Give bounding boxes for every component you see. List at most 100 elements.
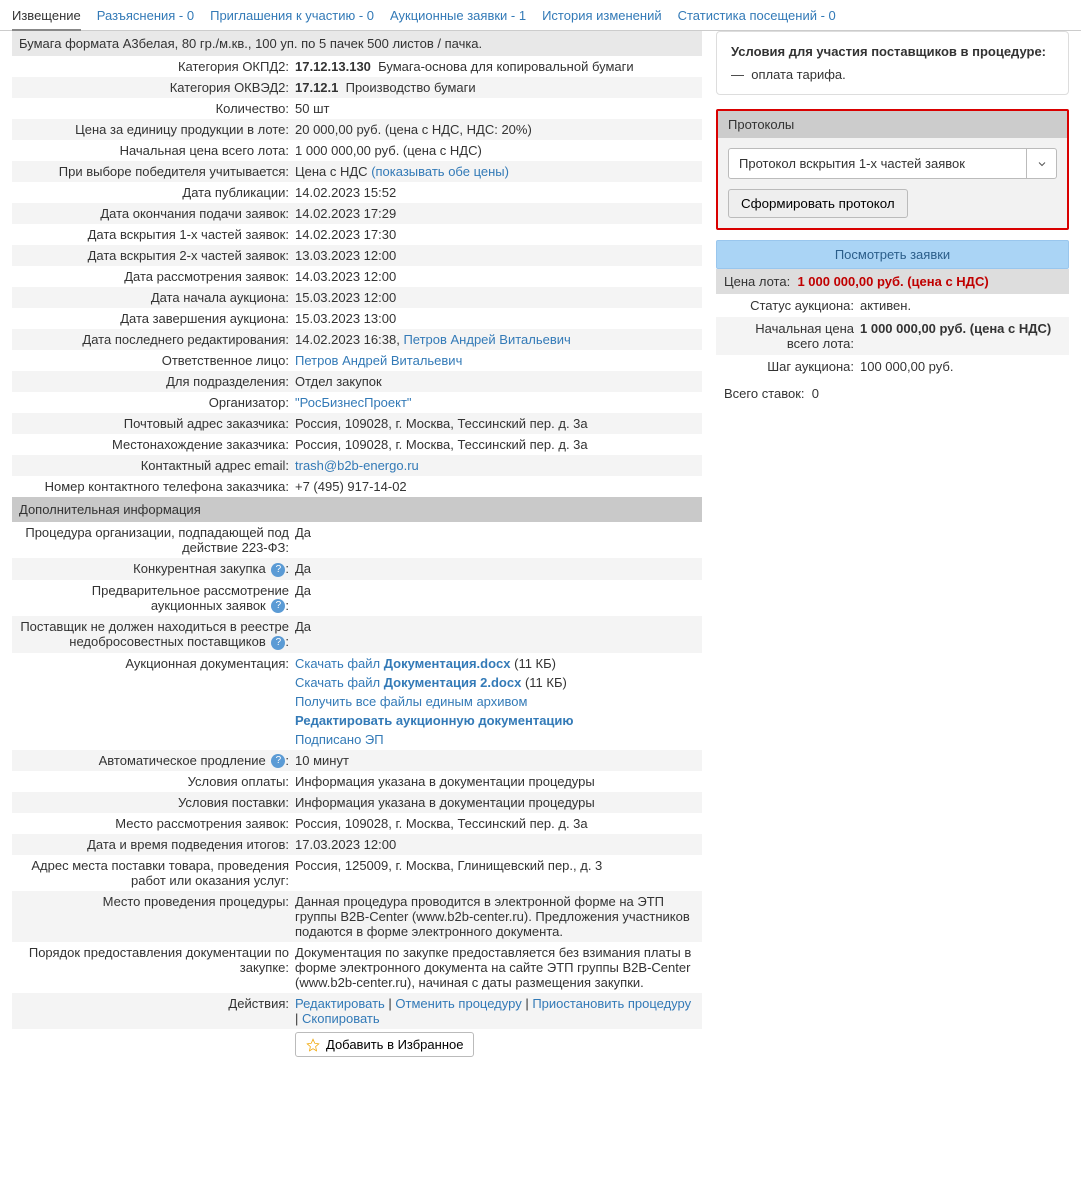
field-label: Дата окончания подачи заявок: [19,206,295,221]
field-value: trash@b2b-energo.ru [295,458,695,473]
field-label: Порядок предоставления документации по з… [19,945,295,975]
field-label: Почтовый адрес заказчика: [19,416,295,431]
add-to-favorites-button[interactable]: Добавить в Избранное [295,1032,474,1057]
show-both-prices-link[interactable]: (показывать обе цены) [371,164,509,179]
field-label: Дата вскрытия 1-х частей заявок: [19,227,295,242]
field-value: Да [295,525,695,540]
field-value: 50 шт [295,101,695,116]
edit-auction-docs-link[interactable]: Редактировать аукционную документацию [295,713,574,728]
help-icon[interactable]: ? [271,599,285,613]
tabs-bar: Извещение Разъяснения - 0 Приглашения к … [0,0,1081,31]
field-label: Место рассмотрения заявок: [19,816,295,831]
conditions-title: Условия для участия поставщиков в процед… [731,44,1054,59]
field-value: 17.03.2023 12:00 [295,837,695,852]
field-value: Да [295,619,695,634]
field-label: Для подразделения: [19,374,295,389]
generate-protocol-button[interactable]: Сформировать протокол [728,189,908,218]
tab-notice[interactable]: Извещение [12,4,81,31]
field-value: 10 минут [295,753,695,768]
conditions-panel: Условия для участия поставщиков в процед… [716,31,1069,95]
field-value: Петров Андрей Витальевич [295,353,695,368]
protocols-header: Протоколы [718,111,1067,138]
field-label: Дата завершения аукциона: [19,311,295,326]
action-edit-link[interactable]: Редактировать [295,996,385,1011]
field-value: 14.02.2023 17:30 [295,227,695,242]
field-value: 14.02.2023 15:52 [295,185,695,200]
field-label: Дата рассмотрения заявок: [19,269,295,284]
field-value: Документация по закупке предоставляется … [295,945,695,990]
field-label: Начальная цена всего лота: [19,143,295,158]
protocol-type-select[interactable]: Протокол вскрытия 1-х частей заявок [728,148,1057,179]
extra-fields-table: Процедура организации, подпадающей под д… [12,522,702,1060]
field-label: Дата публикации: [19,185,295,200]
conditions-item: — оплата тарифа. [731,67,1054,82]
field-value: Россия, 125009, г. Москва, Глинищевский … [295,858,695,873]
field-value: 17.12.13.130 Бумага-основа для копировал… [295,59,695,74]
side-value: активен. [860,298,1061,313]
field-label: Процедура организации, подпадающей под д… [19,525,295,555]
tab-visits[interactable]: Статистика посещений - 0 [678,4,836,30]
field-value: 17.12.1 Производство бумаги [295,80,695,95]
download-file-link[interactable]: Скачать файл Документация.docx [295,656,511,671]
star-icon [306,1038,320,1052]
help-icon[interactable]: ? [271,636,285,650]
field-label: Предварительное рассмотрение аукционных … [19,583,295,614]
download-file-link[interactable]: Скачать файл Документация 2.docx [295,675,521,690]
help-icon[interactable]: ? [271,754,285,768]
tab-clarifications[interactable]: Разъяснения - 0 [97,4,194,30]
total-bids-row: Всего ставок: 0 [716,378,1069,409]
contact-email-link[interactable]: trash@b2b-energo.ru [295,458,419,473]
field-label: Контактный адрес email: [19,458,295,473]
field-label: Место проведения процедуры: [19,894,295,909]
extra-info-header: Дополнительная информация [12,497,702,522]
field-value: 14.02.2023 17:29 [295,206,695,221]
field-label: Категория ОКВЭД2: [19,80,295,95]
editor-person-link[interactable]: Петров Андрей Витальевич [403,332,570,347]
field-label: Дата последнего редактирования: [19,332,295,347]
view-bids-button[interactable]: Посмотреть заявки [716,240,1069,269]
field-value: 15.03.2023 12:00 [295,290,695,305]
chevron-down-icon [1026,149,1056,178]
field-label: Местонахождение заказчика: [19,437,295,452]
side-value: 100 000,00 руб. [860,359,1061,374]
add-to-favorites-label: Добавить в Избранное [326,1037,463,1052]
organizer-link[interactable]: "РосБизнесПроект" [295,395,412,410]
fields-table: Категория ОКПД2:17.12.13.130 Бумага-осно… [12,56,702,497]
side-label: Шаг аукциона: [724,359,860,374]
field-label: Адрес места поставки товара, проведения … [19,858,295,888]
field-label: Условия оплаты: [19,774,295,789]
field-label: Автоматическое продление ?: [19,753,295,769]
action-pause-link[interactable]: Приостановить процедуру [532,996,691,1011]
field-label: При выборе победителя учитывается: [19,164,295,179]
lot-price-bar: Цена лота: 1 000 000,00 руб. (цена с НДС… [716,269,1069,294]
action-copy-link[interactable]: Скопировать [302,1011,380,1026]
field-label: Номер контактного телефона заказчика: [19,479,295,494]
field-label: Аукционная документация: [19,656,295,671]
field-label: Условия поставки: [19,795,295,810]
field-label: Категория ОКПД2: [19,59,295,74]
tab-invitations[interactable]: Приглашения к участию - 0 [210,4,374,30]
field-value: Отдел закупок [295,374,695,389]
signed-ep-link[interactable]: Подписано ЭП [295,732,384,747]
field-value: Информация указана в документации процед… [295,795,695,810]
field-value: 13.03.2023 12:00 [295,248,695,263]
field-value: Да [295,561,695,576]
help-icon[interactable]: ? [271,563,285,577]
field-value: 14.03.2023 12:00 [295,269,695,284]
field-value: Скачать файл Документация.docx (11 КБ) С… [295,656,695,747]
field-value: Информация указана в документации процед… [295,774,695,789]
side-label: Статус аукциона: [724,298,860,313]
main-column: Бумага формата А3белая, 80 гр./м.кв., 10… [12,31,702,1060]
download-all-archive-link[interactable]: Получить все файлы единым архивом [295,694,527,709]
responsible-person-link[interactable]: Петров Андрей Витальевич [295,353,462,368]
tab-auction-bids[interactable]: Аукционные заявки - 1 [390,4,526,30]
field-value: Цена с НДС (показывать обе цены) [295,164,695,179]
field-value: +7 (495) 917-14-02 [295,479,695,494]
field-label: Действия: [19,996,295,1011]
tab-history[interactable]: История изменений [542,4,662,30]
field-label: Конкурентная закупка ?: [19,561,295,577]
action-cancel-link[interactable]: Отменить процедуру [395,996,521,1011]
field-value: Россия, 109028, г. Москва, Тессинский пе… [295,816,695,831]
field-label: Дата начала аукциона: [19,290,295,305]
field-label: Поставщик не должен находиться в реестре… [19,619,295,650]
